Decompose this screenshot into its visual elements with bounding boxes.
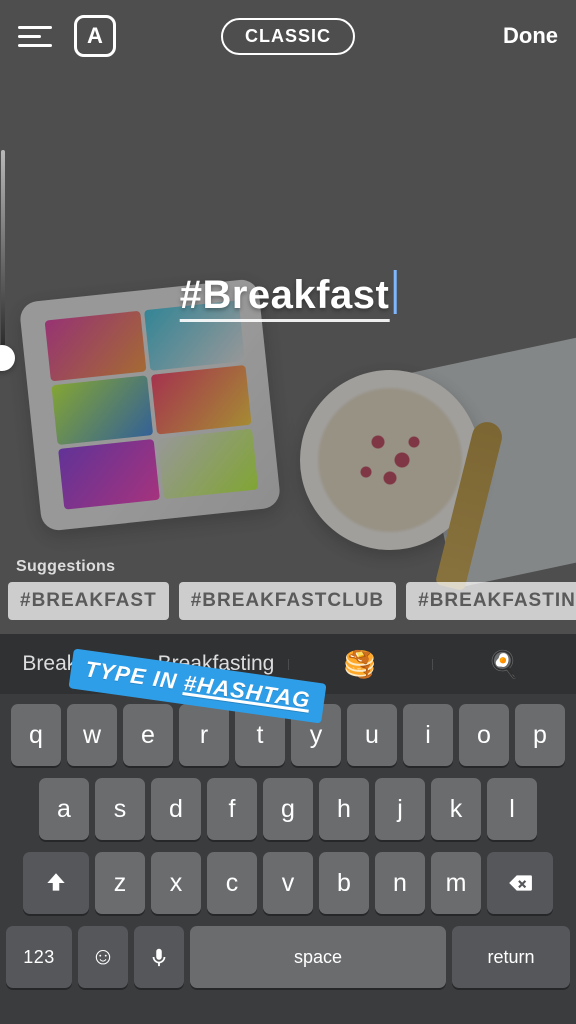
- backspace-icon: [507, 870, 533, 896]
- key-r[interactable]: r: [179, 704, 229, 766]
- key-space[interactable]: space: [190, 926, 446, 988]
- key-p[interactable]: p: [515, 704, 565, 766]
- key-numbers[interactable]: 123: [6, 926, 72, 988]
- key-n[interactable]: n: [375, 852, 425, 914]
- key-g[interactable]: g: [263, 778, 313, 840]
- key-f[interactable]: f: [207, 778, 257, 840]
- typed-hashtag-text[interactable]: #Breakfast: [180, 270, 397, 318]
- key-i[interactable]: i: [403, 704, 453, 766]
- key-o[interactable]: o: [459, 704, 509, 766]
- suggestions-label: Suggestions: [16, 558, 115, 576]
- key-d[interactable]: d: [151, 778, 201, 840]
- key-backspace[interactable]: [487, 852, 553, 914]
- key-v[interactable]: v: [263, 852, 313, 914]
- key-dictation[interactable]: [134, 926, 184, 988]
- key-l[interactable]: l: [487, 778, 537, 840]
- keyboard-row-2: a s d f g h j k l: [6, 778, 570, 840]
- text-style-button[interactable]: CLASSIC: [221, 18, 355, 55]
- shift-icon: [43, 870, 69, 896]
- key-s[interactable]: s: [95, 778, 145, 840]
- key-k[interactable]: k: [431, 778, 481, 840]
- text-cursor: [393, 270, 396, 314]
- keyboard-row-bottom: 123 ☺ space return: [6, 926, 570, 988]
- text-align-button[interactable]: [18, 17, 56, 55]
- key-z[interactable]: z: [95, 852, 145, 914]
- predictive-emoji[interactable]: 🍳: [432, 649, 576, 680]
- key-a[interactable]: a: [39, 778, 89, 840]
- hashtag-suggestions-row: #BREAKFAST #BREAKFASTCLUB #BREAKFASTINB: [8, 582, 576, 620]
- key-b[interactable]: b: [319, 852, 369, 914]
- key-c[interactable]: c: [207, 852, 257, 914]
- key-x[interactable]: x: [151, 852, 201, 914]
- ios-keyboard: q w e r t y u i o p a s d f g h j k l z …: [0, 694, 576, 1024]
- predictive-emoji[interactable]: 🥞: [288, 649, 432, 680]
- key-u[interactable]: u: [347, 704, 397, 766]
- font-picker-button[interactable]: A: [74, 15, 116, 57]
- done-button[interactable]: Done: [503, 23, 558, 49]
- key-h[interactable]: h: [319, 778, 369, 840]
- key-j[interactable]: j: [375, 778, 425, 840]
- hashtag-suggestion[interactable]: #BREAKFASTCLUB: [179, 582, 396, 620]
- key-return[interactable]: return: [452, 926, 570, 988]
- keyboard-row-3: z x c v b n m: [6, 852, 570, 914]
- hashtag-suggestion[interactable]: #BREAKFAST: [8, 582, 169, 620]
- editor-header: A CLASSIC Done: [0, 0, 576, 72]
- key-w[interactable]: w: [67, 704, 117, 766]
- hashtag-suggestion[interactable]: #BREAKFASTINB: [406, 582, 576, 620]
- key-shift[interactable]: [23, 852, 89, 914]
- key-e[interactable]: e: [123, 704, 173, 766]
- key-q[interactable]: q: [11, 704, 61, 766]
- key-m[interactable]: m: [431, 852, 481, 914]
- color-slider-track[interactable]: [1, 150, 5, 365]
- typed-text-value: #Breakfast: [180, 273, 390, 322]
- key-emoji[interactable]: ☺: [78, 926, 128, 988]
- mic-icon: [148, 944, 170, 970]
